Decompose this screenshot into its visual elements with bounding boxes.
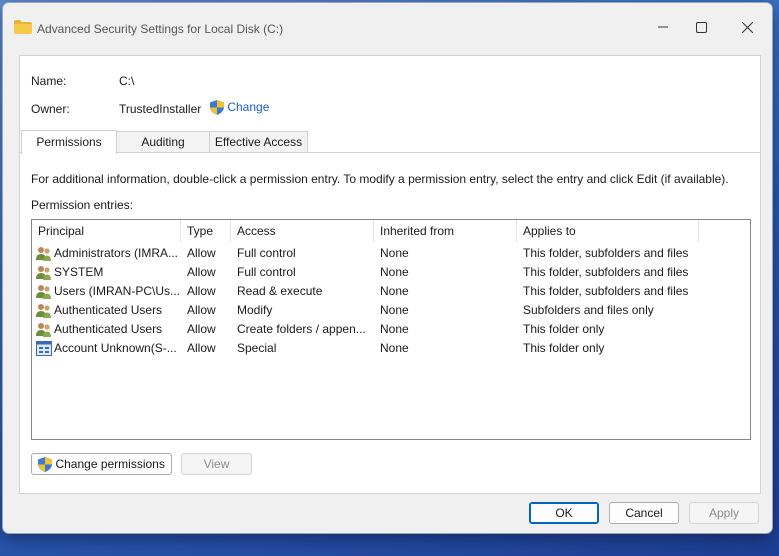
tab-divider [20, 152, 760, 153]
cell-inherited: None [380, 246, 409, 260]
table-row[interactable]: Administrators (IMRA... Allow Full contr… [32, 244, 748, 263]
users-icon [36, 304, 51, 318]
cell-access: Read & execute [237, 284, 323, 298]
window-title: Advanced Security Settings for Local Dis… [37, 22, 284, 36]
uac-shield-icon [38, 457, 53, 473]
cell-inherited: None [380, 322, 409, 336]
users-icon [36, 323, 51, 337]
cell-principal: Administrators (IMRA... [54, 246, 179, 260]
owner-label: Owner: [31, 102, 70, 116]
change-owner-link[interactable]: Change [210, 100, 269, 116]
table-row[interactable]: SYSTEM Allow Full control None This fold… [32, 263, 748, 282]
instructions-text: For additional information, double-click… [31, 172, 729, 186]
folder-icon [14, 20, 32, 34]
title-bar: Advanced Security Settings for Local Dis… [3, 3, 772, 51]
close-button[interactable] [737, 17, 757, 37]
change-link-text[interactable]: Change [227, 100, 269, 114]
security-settings-window: Advanced Security Settings for Local Dis… [2, 2, 773, 534]
cell-applies: This folder only [523, 322, 605, 336]
column-header-inherited-from[interactable]: Inherited from [374, 220, 517, 242]
cell-access: Modify [237, 303, 273, 317]
column-header-applies-to[interactable]: Applies to [517, 220, 699, 242]
table-row[interactable]: Account Unknown(S-... Allow Special None… [32, 339, 748, 358]
users-icon [36, 266, 51, 280]
maximize-icon [695, 21, 707, 33]
users-icon [36, 285, 51, 299]
cell-type: Allow [187, 265, 216, 279]
column-header-type[interactable]: Type [181, 220, 231, 242]
cell-inherited: None [380, 303, 409, 317]
cell-inherited: None [380, 265, 409, 279]
cell-inherited: None [380, 341, 409, 355]
cell-type: Allow [187, 284, 216, 298]
cell-applies: This folder only [523, 341, 605, 355]
ok-button[interactable]: OK [529, 502, 599, 524]
uac-shield-icon [210, 100, 224, 116]
apply-button[interactable]: Apply [689, 502, 759, 524]
table-row[interactable]: Authenticated Users Allow Modify None Su… [32, 301, 748, 320]
tab-permissions[interactable]: Permissions [21, 130, 117, 154]
cell-type: Allow [187, 341, 216, 355]
cell-access: Full control [237, 265, 296, 279]
name-label: Name: [31, 74, 67, 88]
change-permissions-label: Change permissions [55, 457, 165, 471]
permission-entries-list[interactable]: Principal Type Access Inherited from App… [31, 219, 751, 440]
cell-type: Allow [187, 322, 216, 336]
table-row[interactable]: Authenticated Users Allow Create folders… [32, 320, 748, 339]
maximize-button[interactable] [691, 17, 711, 37]
cell-access: Special [237, 341, 277, 355]
content-panel: Name: C:\ Owner: TrustedInstaller Change… [19, 55, 761, 494]
cell-principal: Authenticated Users [54, 303, 163, 317]
permission-entries-label: Permission entries: [31, 198, 134, 212]
users-icon [36, 247, 51, 261]
cell-type: Allow [187, 303, 216, 317]
tab-auditing[interactable]: Auditing [115, 131, 211, 152]
cell-principal: Account Unknown(S-... [54, 341, 177, 355]
close-icon [741, 21, 753, 33]
cell-access: Create folders / appen... [237, 322, 366, 336]
cell-applies: Subfolders and files only [523, 303, 654, 317]
column-header-principal[interactable]: Principal [32, 220, 181, 242]
unknown-account-icon [36, 341, 52, 356]
cell-access: Full control [237, 246, 296, 260]
cell-principal: SYSTEM [54, 265, 104, 279]
name-value: C:\ [119, 74, 135, 88]
table-row[interactable]: Users (IMRAN-PC\Us... Allow Read & execu… [32, 282, 748, 301]
change-permissions-button[interactable]: Change permissions [31, 453, 172, 475]
cancel-button[interactable]: Cancel [609, 502, 679, 524]
owner-value: TrustedInstaller [119, 102, 202, 116]
cell-applies: This folder, subfolders and files [523, 284, 689, 298]
cell-inherited: None [380, 284, 409, 298]
cell-principal: Authenticated Users [54, 322, 163, 336]
minimize-button[interactable] [653, 17, 673, 37]
view-button[interactable]: View [181, 453, 252, 475]
cell-applies: This folder, subfolders and files [523, 246, 689, 260]
minimize-icon [658, 26, 668, 28]
column-header-access[interactable]: Access [231, 220, 374, 242]
cell-applies: This folder, subfolders and files [523, 265, 689, 279]
cell-type: Allow [187, 246, 216, 260]
tab-effective-access[interactable]: Effective Access [209, 131, 308, 152]
cell-principal: Users (IMRAN-PC\Us... [54, 284, 179, 298]
